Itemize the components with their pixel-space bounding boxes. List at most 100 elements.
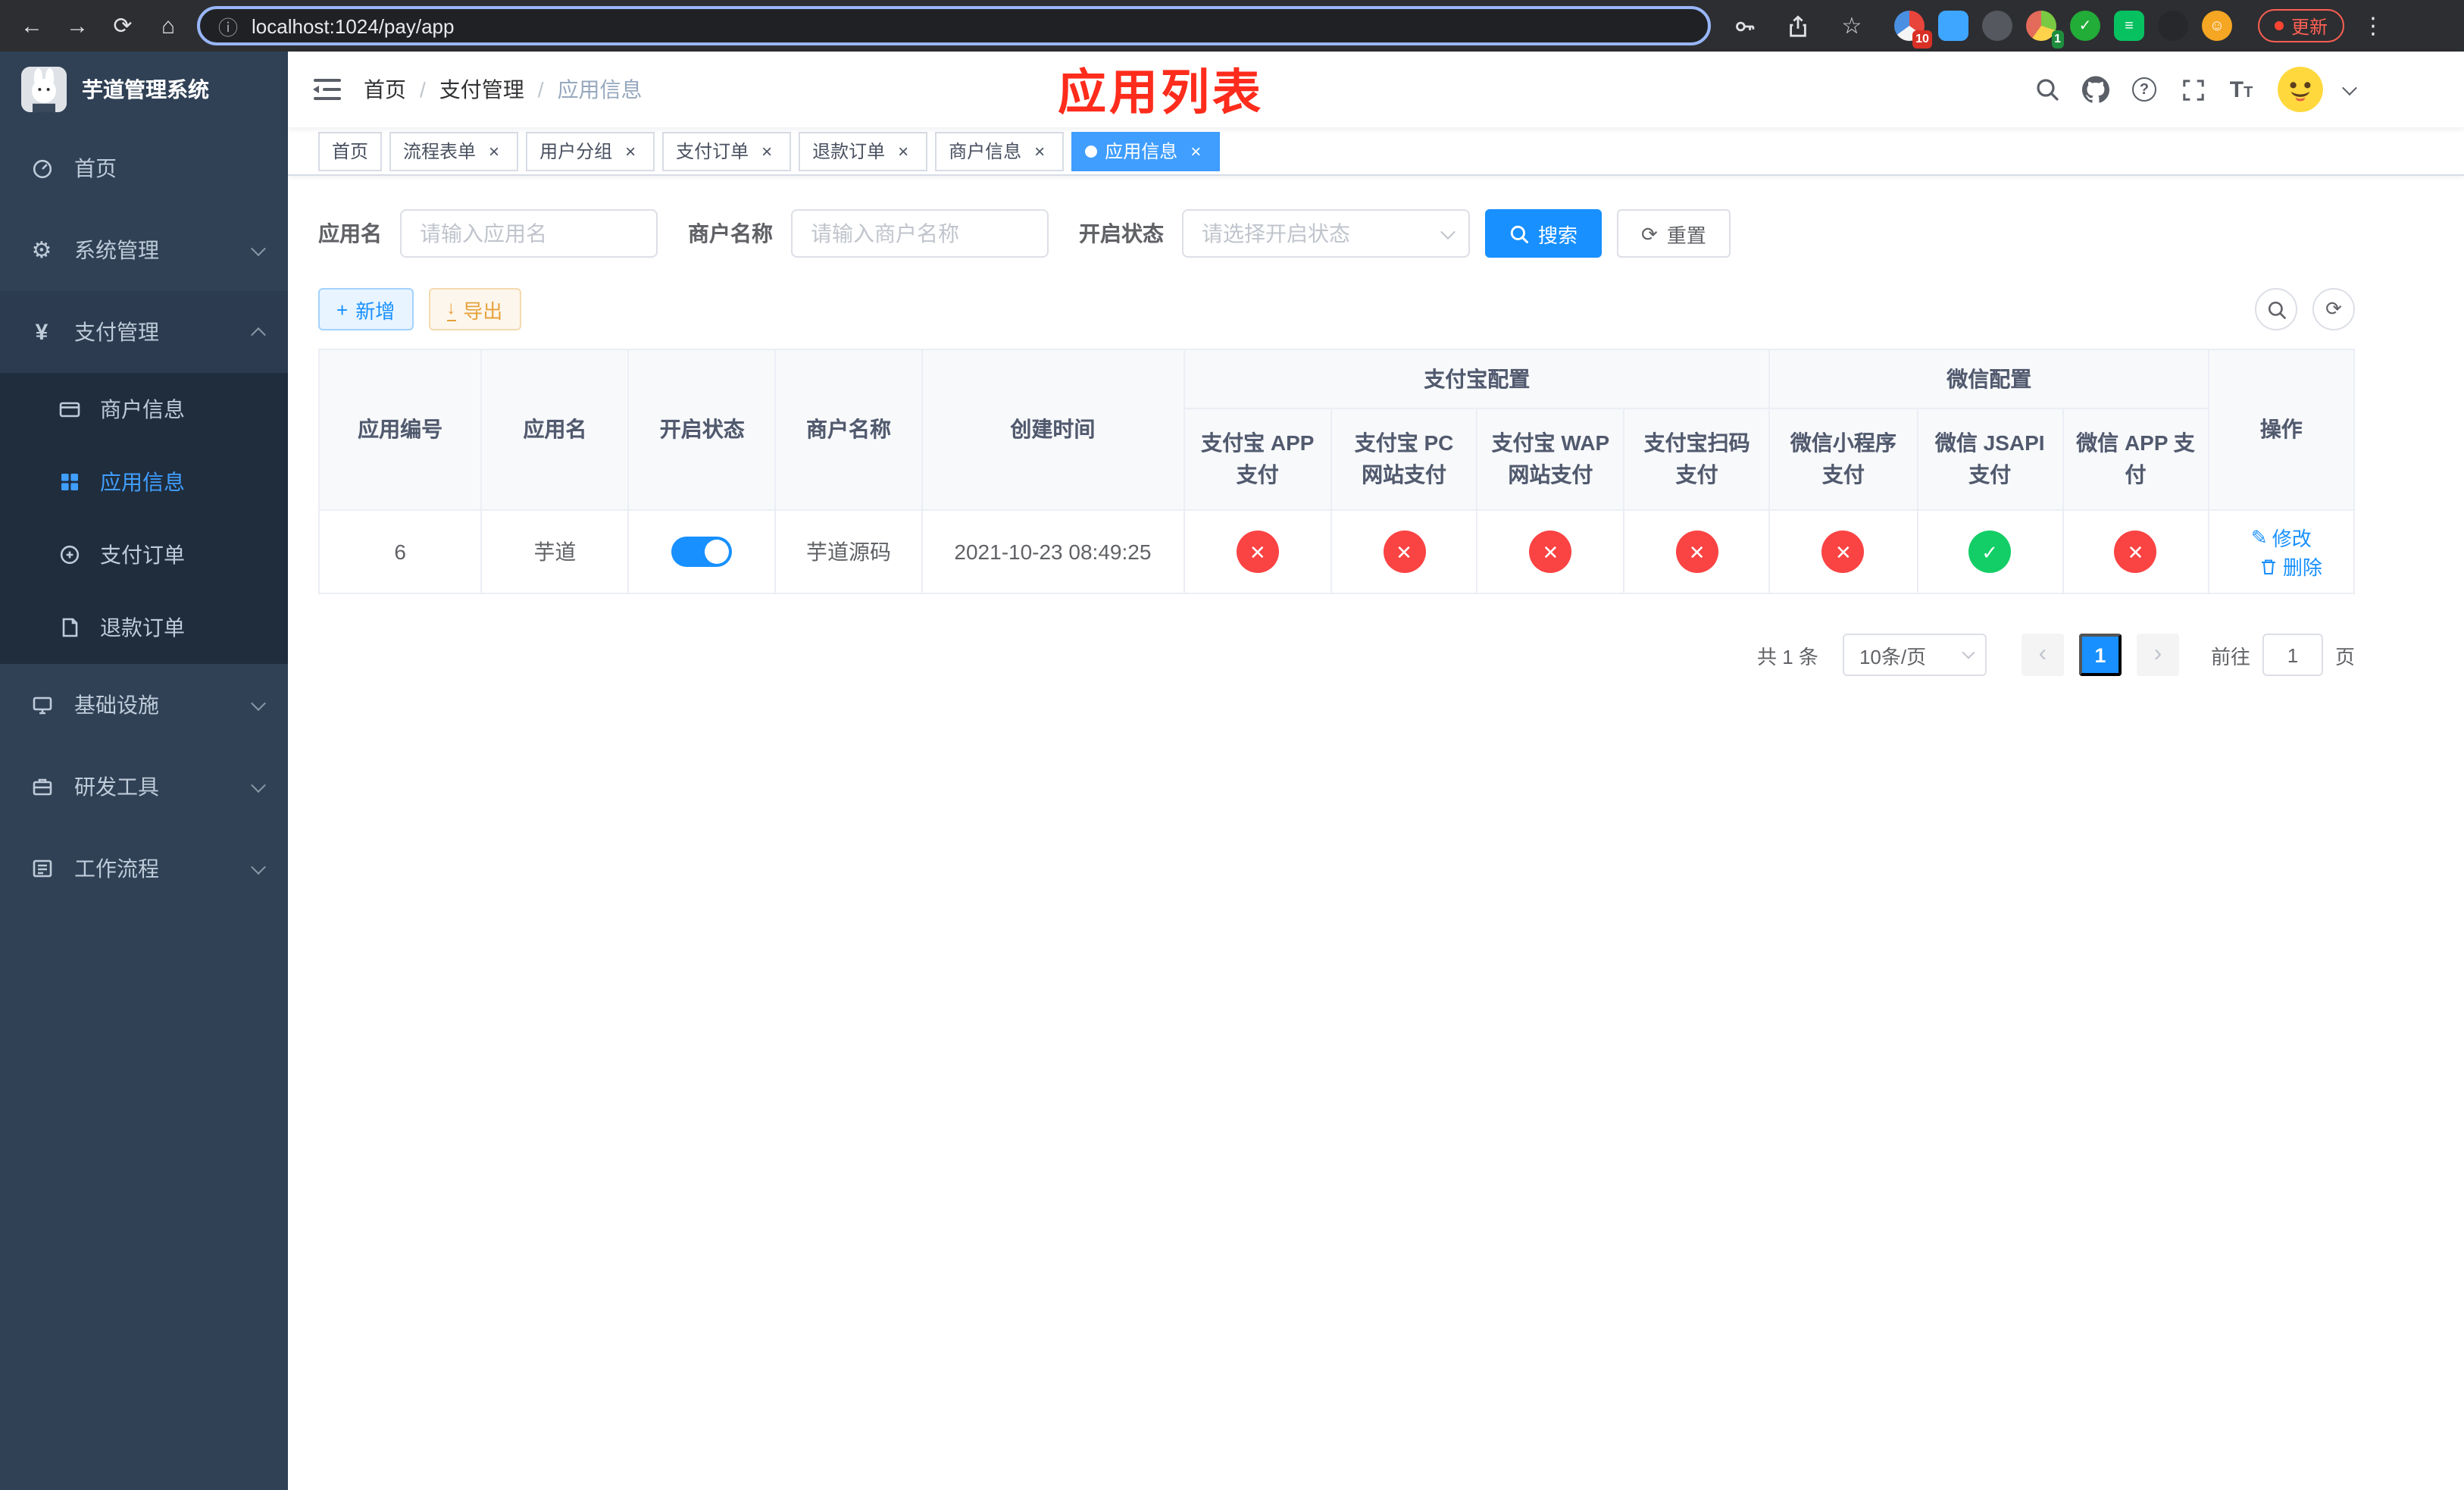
tab-home[interactable]: 首页 bbox=[318, 131, 383, 171]
sidebar-item-system-management[interactable]: ⚙ 系统管理 bbox=[0, 209, 288, 291]
sidebar-item-workflow[interactable]: 工作流程 bbox=[0, 828, 288, 909]
sidebar-item-payment-order[interactable]: 支付订单 bbox=[0, 518, 288, 591]
extension-icon-1[interactable]: 10 bbox=[1893, 11, 1932, 49]
toggle-search-button[interactable] bbox=[2255, 288, 2297, 330]
bookmark-star-icon[interactable]: ☆ bbox=[1832, 6, 1871, 45]
cell-merchant: 芋道源码 bbox=[774, 509, 923, 594]
cross-status-icon: ✕ bbox=[1821, 531, 1865, 573]
refresh-table-button[interactable]: ⟳ bbox=[2312, 288, 2355, 330]
page-number-1[interactable]: 1 bbox=[2078, 634, 2122, 676]
help-icon[interactable]: ? bbox=[2126, 71, 2162, 108]
sidebar-item-home[interactable]: 首页 bbox=[0, 127, 288, 209]
delete-link[interactable]: 删除 bbox=[2260, 552, 2322, 581]
tab-process-form[interactable]: 流程表单 × bbox=[389, 131, 519, 171]
page-annotation: 应用列表 bbox=[1058, 65, 1265, 120]
browser-menu-icon[interactable]: ⋮ bbox=[2358, 12, 2388, 39]
fullscreen-icon[interactable] bbox=[2175, 71, 2211, 108]
back-icon[interactable]: ← bbox=[12, 6, 52, 45]
col-actions: 操作 bbox=[2207, 349, 2356, 511]
close-icon[interactable]: × bbox=[893, 140, 914, 161]
download-icon: ↓ bbox=[446, 297, 456, 321]
browser-extensions: 10 1 ✓ ≡ ☺ bbox=[1893, 11, 2232, 49]
edit-link[interactable]: ✎ 修改 bbox=[2251, 523, 2312, 552]
add-button[interactable]: + 新增 bbox=[318, 288, 414, 330]
col-merchant: 商户名称 bbox=[774, 349, 923, 511]
next-page-button[interactable]: › bbox=[2136, 634, 2179, 676]
profile-avatar-icon[interactable]: ☺ bbox=[2201, 11, 2232, 41]
url-bar[interactable]: ⓘ localhost:1024/pay/app bbox=[197, 6, 1711, 45]
sidebar-item-app-info[interactable]: 应用信息 bbox=[0, 446, 288, 518]
menu-label: 基础设施 bbox=[74, 693, 159, 717]
reload-icon[interactable]: ⟳ bbox=[103, 6, 142, 45]
extension-icon-4[interactable]: 1 bbox=[2025, 11, 2064, 49]
app-logo[interactable]: 芋道管理系统 bbox=[0, 52, 288, 127]
share-icon[interactable] bbox=[1779, 6, 1818, 45]
close-icon[interactable]: × bbox=[1029, 140, 1050, 161]
config-status-cell: ✕ bbox=[1476, 509, 1625, 594]
password-key-icon[interactable] bbox=[1726, 6, 1765, 45]
tab-payment-order[interactable]: 支付订单 × bbox=[662, 131, 792, 171]
extension-icon-3[interactable] bbox=[1981, 11, 2012, 41]
table-toolbar: + 新增 ↓ 导出 ⟳ bbox=[318, 288, 2355, 330]
extension-icon-7[interactable] bbox=[2157, 11, 2188, 41]
reset-button[interactable]: ⟳ 重置 bbox=[1617, 209, 1731, 258]
cross-status-icon: ✕ bbox=[1529, 531, 1572, 573]
tab-refund-order[interactable]: 退款订单 × bbox=[799, 131, 928, 171]
tab-app-info[interactable]: 应用信息 × bbox=[1071, 131, 1221, 171]
browser-update-button[interactable]: 更新 bbox=[2257, 9, 2344, 42]
sidebar-item-merchant-info[interactable]: 商户信息 bbox=[0, 373, 288, 446]
pagination: 共 1 条 10条/页 ‹ 1 › 前往 页 bbox=[318, 634, 2355, 676]
filter-label-merchant: 商户名称 bbox=[688, 221, 773, 246]
toolbox-icon bbox=[29, 776, 55, 797]
sidebar-item-payment-management[interactable]: ¥ 支付管理 bbox=[0, 291, 288, 373]
page-size-select[interactable]: 10条/页 bbox=[1842, 634, 1987, 676]
forward-icon[interactable]: → bbox=[58, 6, 97, 45]
goto-page-input[interactable] bbox=[2262, 634, 2323, 676]
order-icon bbox=[56, 544, 82, 565]
menu-label: 退款订单 bbox=[100, 615, 185, 640]
sidebar-collapse-icon[interactable] bbox=[288, 52, 364, 127]
status-select-placeholder: 请选择开启状态 bbox=[1202, 221, 1350, 246]
user-dropdown-caret-icon[interactable] bbox=[2342, 80, 2357, 95]
github-icon[interactable] bbox=[2078, 71, 2114, 108]
menu-label: 系统管理 bbox=[74, 238, 159, 262]
font-size-icon[interactable]: TT bbox=[2223, 71, 2259, 108]
cross-status-icon: ✕ bbox=[2114, 531, 2157, 573]
breadcrumb-payment[interactable]: 支付管理 bbox=[439, 74, 524, 105]
merchant-name-input[interactable] bbox=[791, 209, 1049, 258]
app-table: 应用编号 应用名 开启状态 商户名称 创建时间 支付宝配置 微信配置 操作 支付… bbox=[317, 349, 2356, 594]
status-toggle[interactable] bbox=[671, 537, 733, 567]
extension-icon-6[interactable]: ≡ bbox=[2113, 11, 2144, 41]
export-button[interactable]: ↓ 导出 bbox=[428, 288, 521, 330]
search-icon[interactable] bbox=[2029, 71, 2065, 108]
status-select[interactable]: 请选择开启状态 bbox=[1182, 209, 1470, 258]
close-icon[interactable]: × bbox=[756, 140, 777, 161]
site-info-icon[interactable]: ⓘ bbox=[218, 11, 238, 40]
prev-page-button[interactable]: ‹ bbox=[2021, 634, 2064, 676]
close-icon[interactable]: × bbox=[620, 140, 641, 161]
url-text: localhost:1024/pay/app bbox=[252, 14, 455, 37]
extension-icon-5[interactable]: ✓ bbox=[2069, 11, 2100, 41]
chevron-down-icon bbox=[251, 859, 266, 875]
document-icon bbox=[56, 617, 82, 638]
extension-icon-2[interactable] bbox=[1937, 11, 1968, 41]
home-icon[interactable]: ⌂ bbox=[149, 6, 188, 45]
tab-merchant-info[interactable]: 商户信息 × bbox=[935, 131, 1065, 171]
update-dot bbox=[2274, 21, 2284, 30]
navbar-actions: ? TT bbox=[2029, 67, 2357, 112]
app-name-input[interactable] bbox=[400, 209, 658, 258]
credit-card-icon bbox=[56, 399, 82, 420]
sidebar-item-infrastructure[interactable]: 基础设施 bbox=[0, 664, 288, 746]
page-unit-label: 页 bbox=[2334, 645, 2355, 668]
breadcrumb-home[interactable]: 首页 bbox=[364, 74, 406, 105]
user-avatar[interactable] bbox=[2278, 67, 2323, 112]
search-button[interactable]: 搜索 bbox=[1485, 209, 1603, 258]
sidebar-item-refund-order[interactable]: 退款订单 bbox=[0, 591, 288, 664]
tab-user-group[interactable]: 用户分组 × bbox=[526, 131, 655, 171]
trash-icon bbox=[2262, 559, 2276, 574]
goto-label: 前往 bbox=[2210, 645, 2250, 668]
close-icon[interactable]: × bbox=[483, 140, 505, 161]
sidebar-item-dev-tools[interactable]: 研发工具 bbox=[0, 746, 288, 828]
close-icon[interactable]: × bbox=[1185, 140, 1206, 161]
cell-app-id: 6 bbox=[317, 509, 483, 594]
